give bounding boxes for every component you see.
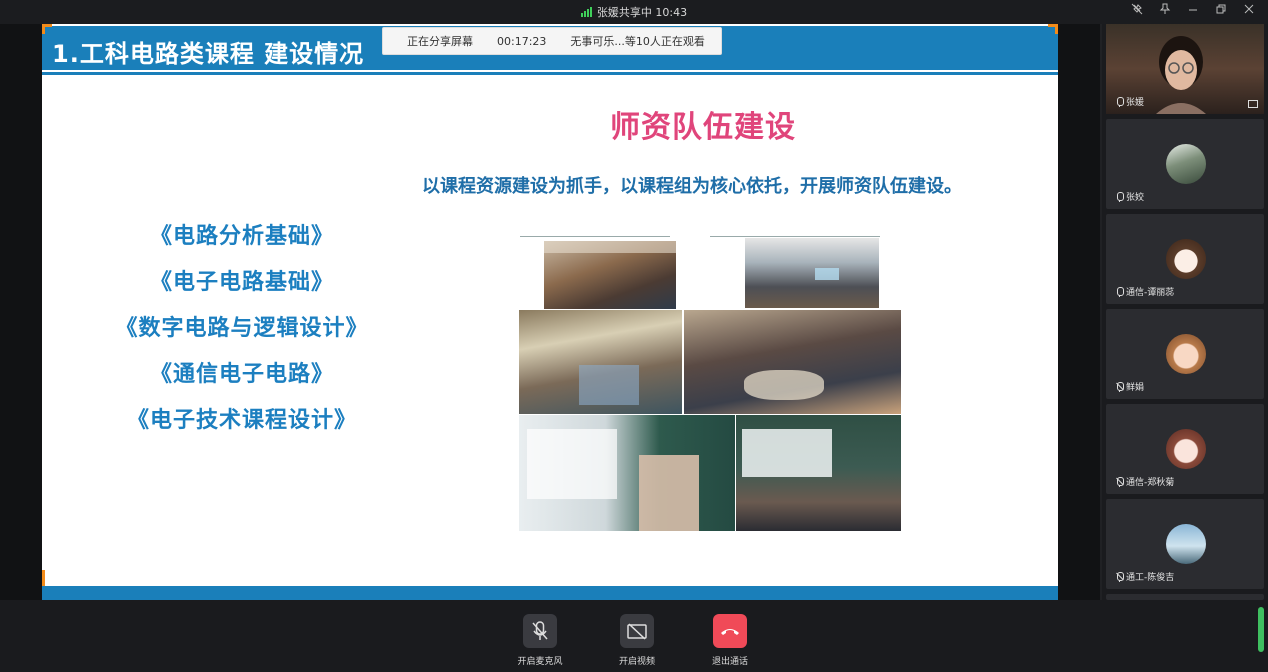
slide-corner-decoration (42, 24, 52, 34)
course-item: 《电路分析基础》 (149, 224, 334, 249)
participant-label: 通信-谭丽蕊 (1116, 285, 1174, 298)
participants-panel: 张媛 张姣 通信-谭丽蕊 鲜娟 通信-郑秋菊 通工-陈俊吉 (1102, 24, 1268, 600)
meeting-photo (544, 241, 676, 309)
mic-muted-icon (1116, 571, 1124, 582)
mic-muted-icon (1116, 476, 1124, 487)
mic-muted-icon (1116, 381, 1124, 392)
course-item: 《电子技术课程设计》 (126, 408, 357, 433)
person-video-feed (1156, 36, 1206, 114)
screen-share-icon[interactable] (1248, 100, 1258, 108)
title-bar: 张媛共享中 10:43 (0, 0, 1268, 24)
avatar (1166, 524, 1206, 564)
slide-header-divider (42, 72, 1058, 75)
participant-name: 通信-郑秋菊 (1126, 478, 1175, 488)
slide-paragraph: 以课程资源建设为抓手，以课程组为核心依托，开展师资队伍建设。 (422, 176, 962, 197)
participant-tile[interactable]: 张姣 (1106, 119, 1264, 209)
participant-label: 鲜娟 (1116, 380, 1144, 393)
meeting-photo (745, 238, 879, 308)
window-controls (1130, 3, 1256, 19)
mic-off-icon (523, 614, 557, 648)
share-elapsed-time: 00:17:23 (497, 34, 547, 48)
avatar (1166, 334, 1206, 374)
slide-footer-bar (42, 586, 1058, 600)
course-item: 《通信电子电路》 (149, 362, 334, 387)
mic-icon (1116, 96, 1124, 107)
avatar (1166, 239, 1206, 279)
participant-label: 通信-郑秋菊 (1116, 475, 1174, 488)
toggle-video-button[interactable]: 开启视频 (607, 614, 667, 667)
participant-label: 通工-陈俊吉 (1116, 570, 1174, 583)
hang-up-icon (713, 614, 747, 648)
call-toolbar: 开启麦克风 开启视频 退出通话 (0, 600, 1268, 672)
participants-scrollbar[interactable] (1258, 607, 1264, 652)
participant-tile[interactable]: 张媛 (1106, 24, 1264, 114)
window-title-text: 张媛共享中 10:43 (596, 6, 688, 19)
share-status-banner[interactable]: 正在分享屏幕 00:17:23 无事可乐...等10人正在观看 (382, 27, 722, 55)
slide-title: 1.工科电路类课程 建设情况 (52, 40, 365, 68)
restore-icon[interactable] (1214, 3, 1228, 19)
course-item: 《电子电路基础》 (149, 270, 334, 295)
avatar (1166, 144, 1206, 184)
minimize-icon[interactable] (1186, 3, 1200, 19)
course-item: 《数字电路与逻辑设计》 (115, 316, 369, 341)
photo-divider (710, 236, 880, 237)
section-title: 师资队伍建设 (610, 110, 796, 145)
participant-name: 张媛 (1126, 98, 1145, 108)
leave-call-button[interactable]: 退出通话 (700, 614, 760, 667)
participant-tile[interactable]: 鲜娟 (1106, 309, 1264, 399)
classroom-photo (736, 415, 901, 531)
unpin-icon[interactable] (1130, 3, 1144, 19)
slide-corner-decoration (1048, 24, 1058, 34)
leave-call-label: 退出通话 (711, 657, 748, 667)
mic-icon (1116, 191, 1124, 202)
viewer-count: 无事可乐...等10人正在观看 (570, 35, 705, 48)
photo-divider (520, 236, 670, 237)
avatar (1166, 429, 1206, 469)
share-status: 正在分享屏幕 (407, 35, 473, 48)
course-list: 《电路分析基础》 《电子电路基础》 《数字电路与逻辑设计》 《通信电子电路》 《… (72, 214, 412, 444)
participant-tile[interactable]: 通信-郑秋菊 (1106, 404, 1264, 494)
pin-icon[interactable] (1158, 3, 1172, 19)
shared-screen: 1.工科电路类课程 建设情况 师资队伍建设 以课程资源建设为抓手，以课程组为核心… (0, 24, 1100, 600)
participant-name: 通信-谭丽蕊 (1126, 288, 1175, 298)
video-off-icon (620, 614, 654, 648)
meeting-photo (684, 310, 901, 414)
participant-label: 张媛 (1116, 95, 1144, 108)
network-signal-icon (580, 7, 593, 20)
meeting-window: 张媛共享中 10:43 1.工科电路类课程 建设情况 师资队伍建设 以课程资源建… (0, 0, 1268, 672)
presentation-slide: 1.工科电路类课程 建设情况 师资队伍建设 以课程资源建设为抓手，以课程组为核心… (42, 24, 1058, 600)
toggle-mic-label: 开启麦克风 (517, 657, 563, 667)
classroom-photo (519, 415, 735, 531)
meeting-photo (519, 310, 682, 414)
close-icon[interactable] (1242, 3, 1256, 19)
participant-name: 通工-陈俊吉 (1126, 573, 1175, 583)
toggle-mic-button[interactable]: 开启麦克风 (510, 614, 570, 667)
window-title: 张媛共享中 10:43 (0, 4, 1268, 20)
participant-name: 鲜娟 (1126, 383, 1145, 393)
participant-name: 张姣 (1126, 193, 1145, 203)
participant-label: 张姣 (1116, 190, 1144, 203)
mic-icon (1116, 286, 1124, 297)
toggle-video-label: 开启视频 (618, 657, 655, 667)
participant-tile[interactable]: 通信-谭丽蕊 (1106, 214, 1264, 304)
participant-tile[interactable]: 通工-陈俊吉 (1106, 499, 1264, 589)
